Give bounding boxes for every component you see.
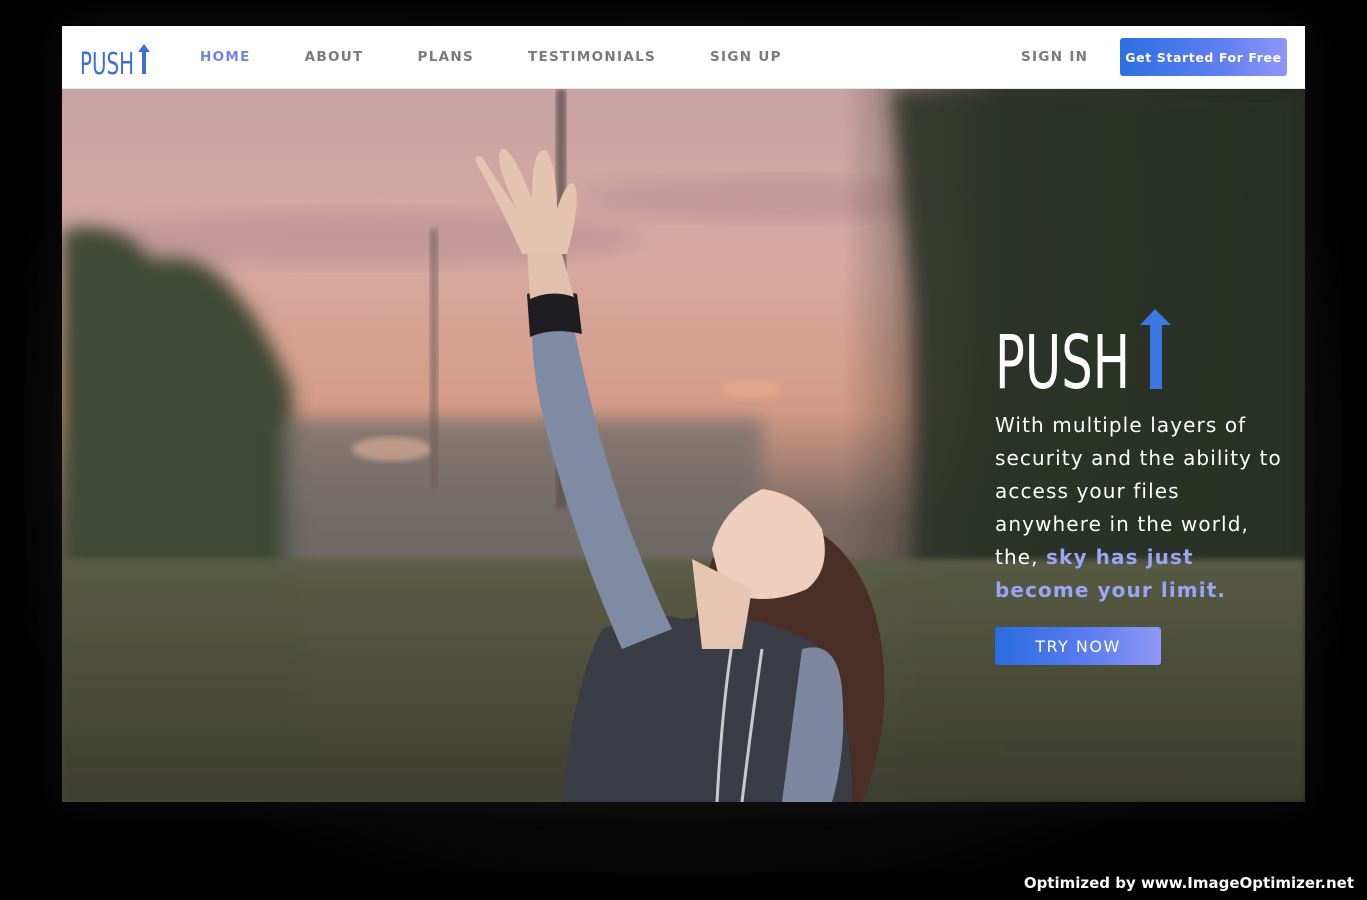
optimizer-watermark: Optimized by www.ImageOptimizer.net (1023, 874, 1354, 892)
hero-section: PUSH With multiple layers of security an… (62, 89, 1305, 802)
main-nav: HOME ABOUT PLANS TESTIMONIALS SIGN UP (200, 26, 836, 88)
sign-in-link[interactable]: SIGN IN (1021, 49, 1088, 65)
navbar: PUSH HOME ABOUT PLANS TESTIMONIALS SIGN … (62, 26, 1305, 89)
hero-tagline: With multiple layers of security and the… (995, 409, 1285, 607)
push-logo-arrow-icon: PUSH (80, 44, 150, 78)
brand-logo-text: PUSH (80, 47, 134, 78)
hero-logo-text: PUSH (995, 320, 1130, 391)
nav-testimonials[interactable]: TESTIMONIALS (528, 49, 656, 65)
brand-logo[interactable]: PUSH (80, 38, 160, 78)
browser-window: PUSH HOME ABOUT PLANS TESTIMONIALS SIGN … (62, 26, 1305, 802)
nav-plans[interactable]: PLANS (418, 49, 474, 65)
nav-home[interactable]: HOME (200, 49, 251, 65)
nav-about[interactable]: ABOUT (305, 49, 364, 65)
hero-content: PUSH With multiple layers of security an… (995, 309, 1285, 665)
nav-sign-up[interactable]: SIGN UP (710, 49, 782, 65)
try-now-button[interactable]: TRY NOW (995, 627, 1161, 665)
get-started-button[interactable]: Get Started For Free (1120, 38, 1287, 76)
hero-push-logo-arrow-icon: PUSH (995, 309, 1171, 391)
